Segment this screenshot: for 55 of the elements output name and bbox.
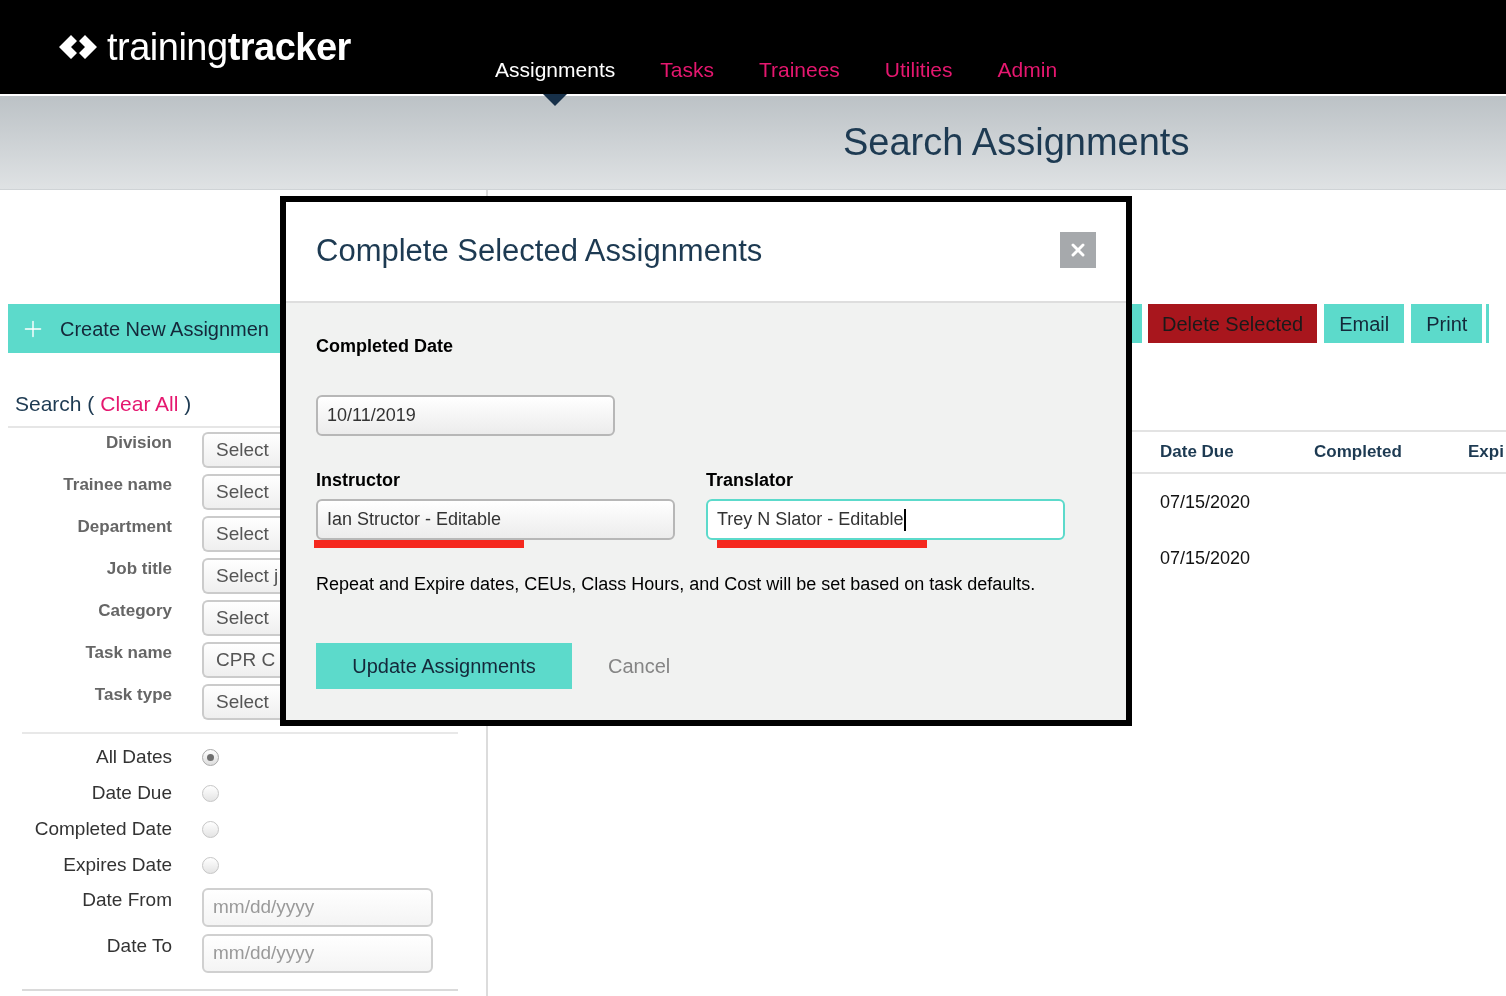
filter-label: Department bbox=[76, 516, 172, 538]
nav-tab[interactable]: Tasks bbox=[660, 56, 714, 84]
column-header: Date Due bbox=[1160, 441, 1235, 464]
radio-button[interactable] bbox=[202, 784, 219, 802]
partial-button[interactable] bbox=[1132, 304, 1142, 343]
date-label: Date From bbox=[81, 888, 172, 912]
table-cell-text: 07/15/2020 bbox=[1160, 490, 1252, 514]
radio-button[interactable] bbox=[202, 820, 219, 838]
field-label: Instructor bbox=[316, 469, 400, 491]
filter-select[interactable]: CPR C bbox=[202, 642, 280, 678]
field-label: Completed Date bbox=[316, 335, 454, 357]
partial-button[interactable] bbox=[1486, 304, 1490, 343]
text-input[interactable]: Trey N Slator - Editable bbox=[706, 499, 1065, 540]
filter-label: Task name bbox=[84, 642, 172, 664]
clear-all-link[interactable]: Clear All bbox=[100, 392, 179, 415]
text-input[interactable]: Ian Structor - Editable bbox=[316, 499, 675, 540]
radio-label: Date Due bbox=[90, 781, 172, 805]
date-label: Date To bbox=[105, 934, 172, 958]
update-assignments-button[interactable]: Update Assignments bbox=[316, 643, 572, 689]
table-cell-text: 07/15/2020 bbox=[1160, 546, 1252, 570]
filter-select[interactable]: Select bbox=[202, 516, 280, 552]
filter-label: Trainee name bbox=[62, 474, 172, 496]
filter-label: Division bbox=[104, 432, 172, 454]
filter-label: Category bbox=[97, 600, 172, 622]
close-button[interactable] bbox=[1060, 231, 1096, 268]
column-header: Expi bbox=[1468, 441, 1504, 464]
filter-select[interactable]: Select bbox=[202, 600, 280, 636]
filter-select[interactable]: Select bbox=[202, 474, 280, 510]
radio-label: Expires Date bbox=[62, 853, 172, 877]
logo-icon bbox=[58, 33, 98, 61]
nav-tab[interactable]: Utilities bbox=[884, 56, 953, 84]
field-label: Translator bbox=[706, 469, 794, 491]
toolbar-button[interactable]: Email bbox=[1324, 304, 1405, 343]
filter-select[interactable]: Select bbox=[202, 684, 280, 720]
radio-label: Completed Date bbox=[33, 817, 172, 841]
nav-tab[interactable]: Admin bbox=[997, 56, 1058, 84]
filter-select[interactable]: Select bbox=[202, 432, 280, 468]
column-header: Completed bbox=[1314, 441, 1403, 464]
radio-label: All Dates bbox=[94, 745, 172, 769]
nav-tab[interactable]: Trainees bbox=[758, 56, 840, 84]
filter-label: Job title bbox=[105, 558, 172, 580]
radio-button[interactable] bbox=[202, 856, 219, 874]
text-cursor-icon bbox=[904, 508, 907, 531]
date-input[interactable]: 10/11/2019 bbox=[316, 395, 615, 436]
toolbar-button[interactable]: Print bbox=[1411, 304, 1483, 343]
nav-tab[interactable]: Assignments bbox=[495, 56, 616, 84]
page-title: Search Assignments bbox=[843, 120, 1190, 165]
dialog-title: Complete Selected Assignments bbox=[316, 232, 763, 271]
radio-button[interactable] bbox=[202, 748, 219, 766]
filter-label: Task type bbox=[93, 684, 172, 706]
filter-select[interactable]: Select j bbox=[202, 558, 280, 594]
selected-indicator-icon bbox=[543, 94, 568, 106]
logo-wordmark: trainingtracker bbox=[107, 26, 351, 68]
create-assignment-button[interactable]: Create New Assignmen bbox=[8, 304, 280, 353]
defaults-note: Repeat and Expire dates, CEUs, Class Hours, and Cost will be set based on task defaults. bbox=[316, 573, 1036, 595]
